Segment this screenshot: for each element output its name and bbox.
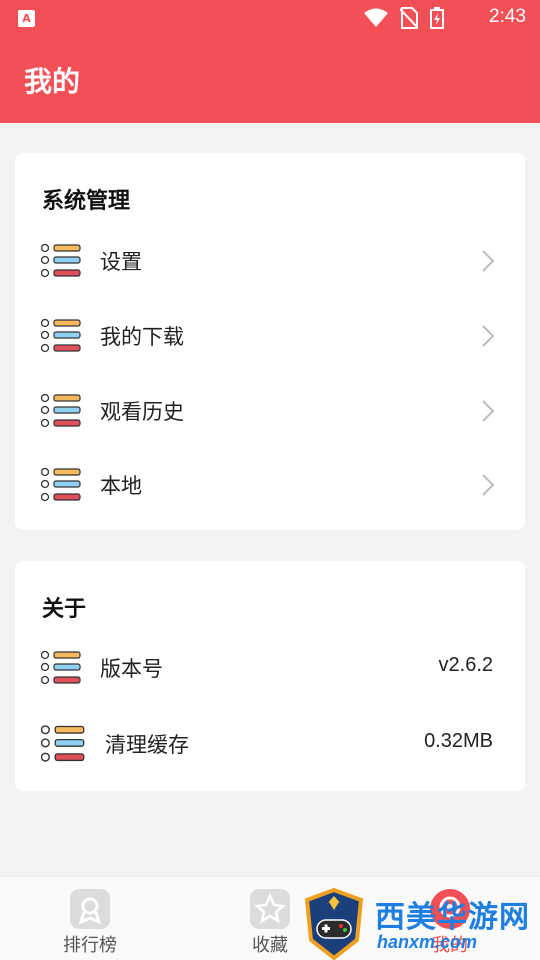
section-title-about: 关于 bbox=[42, 597, 87, 622]
watermark: 西美华游网 hanxm.com bbox=[303, 888, 540, 960]
chevron-right-icon bbox=[482, 250, 495, 272]
list-icon bbox=[41, 319, 81, 353]
section-title-system: 系统管理 bbox=[42, 189, 131, 214]
chevron-right-icon bbox=[482, 400, 495, 422]
system-management-card: 系统管理 设置 我的下载 观看历史 本地 bbox=[15, 153, 525, 530]
settings-item[interactable]: 设置 bbox=[15, 232, 525, 288]
list-icon bbox=[41, 244, 81, 278]
version-item[interactable]: 版本号 v2.6.2 bbox=[15, 639, 525, 695]
chevron-right-icon bbox=[482, 474, 495, 496]
no-sim-icon bbox=[400, 7, 418, 29]
cache-size-value: 0.32MB bbox=[424, 730, 493, 752]
my-downloads-label: 我的下载 bbox=[100, 325, 184, 349]
version-label: 版本号 bbox=[100, 657, 163, 681]
watch-history-label: 观看历史 bbox=[100, 400, 184, 424]
clear-cache-label: 清理缓存 bbox=[105, 733, 189, 757]
watermark-url: hanxm.com bbox=[377, 932, 478, 952]
my-downloads-item[interactable]: 我的下载 bbox=[15, 307, 525, 363]
local-label: 本地 bbox=[100, 474, 142, 498]
local-item[interactable]: 本地 bbox=[15, 456, 525, 512]
watermark-text: 西美华游网 bbox=[375, 900, 530, 935]
app-bar: 我的 bbox=[0, 36, 540, 123]
gamepad-shield-icon bbox=[304, 888, 364, 960]
list-icon bbox=[41, 725, 85, 762]
clear-cache-item[interactable]: 清理缓存 0.32MB bbox=[15, 715, 525, 771]
wifi-icon bbox=[364, 8, 388, 27]
list-icon bbox=[41, 651, 81, 685]
page-title: 我的 bbox=[24, 65, 81, 98]
nav-ranking[interactable]: 排行榜 bbox=[30, 877, 150, 960]
status-time: 2:43 bbox=[489, 6, 526, 27]
list-icon bbox=[41, 394, 81, 428]
status-bar: A 2:43 bbox=[0, 0, 540, 36]
star-icon bbox=[250, 889, 290, 929]
battery-charging-icon bbox=[430, 7, 444, 29]
settings-label: 设置 bbox=[100, 250, 142, 274]
about-card: 关于 版本号 v2.6.2 清理缓存 0.32MB bbox=[15, 561, 525, 791]
watch-history-item[interactable]: 观看历史 bbox=[15, 382, 525, 438]
list-icon bbox=[41, 468, 81, 502]
app-notification-icon: A bbox=[18, 10, 35, 27]
chevron-right-icon bbox=[482, 325, 495, 347]
ranking-icon bbox=[70, 889, 110, 929]
version-value: v2.6.2 bbox=[438, 654, 493, 676]
nav-ranking-label: 排行榜 bbox=[63, 935, 117, 956]
